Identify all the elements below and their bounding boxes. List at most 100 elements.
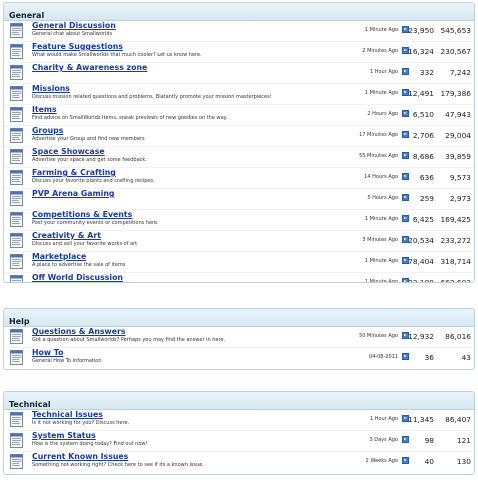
forum-title-link[interactable]: How To [32, 348, 63, 358]
post-count: 545,653 [440, 26, 471, 35]
post-count: 130 [456, 457, 471, 466]
forum-description: Find advice on SmallWorlds items, sneak … [32, 115, 228, 121]
forum-row: Items Find advice on SmallWorlds items, s… [4, 104, 474, 125]
forum-description: Advertise your space and get some feedba… [32, 157, 147, 163]
last-post-time: 1 Minute Ago [364, 90, 398, 96]
forum-title-link[interactable]: Marketplace [32, 252, 86, 262]
forum-title-link[interactable]: Charity & Awareness zone [32, 63, 147, 73]
thread-count: 12,932 [408, 332, 434, 341]
forum-list: Technical Issues Is it not working for yo… [4, 410, 474, 472]
thread-count: 78,404 [408, 257, 434, 266]
thread-count: 20,534 [408, 236, 434, 245]
forum-description: A place to advertise the sale of items [32, 262, 126, 268]
last-post-time: 2 Weeks Ago [365, 458, 398, 464]
section-general: General General Discussion General chat a… [3, 2, 475, 283]
forum-row: Competitions & Events Post your community… [4, 209, 474, 230]
last-post-time: 5 Hours Ago [367, 195, 398, 201]
forum-title-link[interactable]: PVP Arena Gaming [32, 189, 114, 199]
thread-count: 16,324 [408, 47, 434, 56]
last-post-time: 1 Hour Ago [369, 416, 398, 422]
forum-icon [10, 254, 23, 269]
post-count: 230,567 [440, 47, 471, 56]
forum-title-link[interactable]: System Status [32, 431, 96, 441]
thread-count: 332 [419, 68, 434, 77]
last-post-time: 1 Minute Ago [364, 279, 398, 283]
thread-count: 98 [424, 436, 434, 445]
section-title: General [9, 11, 45, 20]
forum-icon [10, 454, 23, 469]
last-post-time: 3 Days Ago [369, 437, 399, 443]
thread-count: 259 [419, 194, 434, 203]
forum-icon [10, 86, 23, 101]
forum-row: System Status How is the system doing tod… [4, 430, 474, 451]
forum-title-link[interactable]: Creativity & Art [32, 231, 101, 241]
forum-title-link[interactable]: Questions & Answers [32, 327, 126, 337]
thread-count: 12,491 [408, 89, 434, 98]
forum-title-link[interactable]: Items [32, 105, 57, 115]
forum-icon [10, 233, 23, 248]
forum-title-link[interactable]: Groups [32, 126, 63, 136]
post-count: 233,272 [440, 236, 471, 245]
forum-row: Feature Suggestions What would make Small… [4, 41, 474, 62]
forum-description: General chat about Smallworlds [32, 31, 113, 37]
forum-title-link[interactable]: Farming & Crafting [32, 168, 116, 178]
forum-row: Marketplace A place to advertise the sale… [4, 251, 474, 272]
forum-list: Questions & Answers Got a question about … [4, 327, 474, 368]
forum-icon [10, 412, 23, 427]
forum-icon [10, 433, 23, 448]
last-post-time: 2 Hours Ago [367, 111, 398, 117]
thread-count: 6,510 [412, 110, 434, 119]
forum-row: Groups Advertise your Group and find new … [4, 125, 474, 146]
last-post-time: 1 Minute Ago [364, 216, 398, 222]
thread-count: 23,950 [408, 26, 434, 35]
forum-row: How To General How To information 04-08-20… [4, 347, 474, 368]
forum-row: Charity & Awareness zone 1 Hour Ago 332 7,2… [4, 62, 474, 83]
last-post-time: 50 Minutes Ago [359, 333, 398, 339]
thread-count: 2,706 [412, 131, 434, 140]
section-header: Help [4, 309, 474, 327]
forum-description: What would make Smallworlds that much co… [32, 52, 202, 58]
forum-row: Technical Issues Is it not working for yo… [4, 410, 474, 430]
forum-icon [10, 149, 23, 164]
forum-icon [10, 212, 23, 227]
post-count: 7,242 [449, 68, 471, 77]
post-count: 662,603 [440, 278, 471, 283]
section-help: Help Questions & Answers Got a question a… [3, 308, 475, 370]
forum-title-link[interactable]: Space Showcase [32, 147, 105, 157]
forum-title-link[interactable]: Current Known Issues [32, 452, 128, 462]
section-header: General [4, 3, 474, 21]
thread-count: 22,189 [408, 278, 434, 283]
last-post-time: 04-08-2011 [368, 354, 398, 360]
last-post-time: 1 Hour Ago [369, 69, 398, 75]
forum-icon [10, 23, 23, 38]
forum-title-link[interactable]: Technical Issues [32, 410, 103, 420]
thread-count: 6,425 [412, 215, 434, 224]
forum-row: PVP Arena Gaming 5 Hours Ago 259 2,973 [4, 188, 474, 209]
forum-row: Farming & Crafting Discuss your favorite … [4, 167, 474, 188]
forum-icon [10, 44, 23, 59]
forum-title-link[interactable]: Missions [32, 84, 70, 94]
last-post-time: 2 Minutes Ago [362, 48, 398, 54]
forum-icon [10, 128, 23, 143]
last-post-time: 3 Minutes Ago [362, 237, 398, 243]
forum-title-link[interactable]: General Discussion [32, 21, 116, 31]
forum-icon [10, 107, 23, 122]
forum-row: Creativity & Art Discuss and sell your fa… [4, 230, 474, 251]
forum-title-link[interactable]: Off World Discussion [32, 273, 123, 282]
forum-description: How is the system doing today? Find out … [32, 441, 148, 447]
section-header: Technical [4, 392, 474, 410]
forum-row: Off World DiscussionFor all conversation… [4, 272, 474, 283]
forum-description: Something not working right? Check here … [32, 462, 204, 468]
forum-title-link[interactable]: Competitions & Events [32, 210, 132, 220]
last-post-time: 55 Minutes Ago [359, 153, 398, 159]
thread-count: 11,345 [408, 415, 434, 424]
forum-icon [10, 191, 23, 206]
forum-row: Current Known Issues Something not workin… [4, 451, 474, 472]
forum-title-link[interactable]: Feature Suggestions [32, 42, 123, 52]
post-count: 39,859 [445, 152, 471, 161]
section-title: Help [9, 317, 30, 326]
post-count: 179,386 [440, 89, 471, 98]
forum-row: Missions Discuss mission related question… [4, 83, 474, 104]
forum-icon [10, 350, 23, 365]
forum-description: Discuss your favorite plants and craftin… [32, 178, 155, 184]
